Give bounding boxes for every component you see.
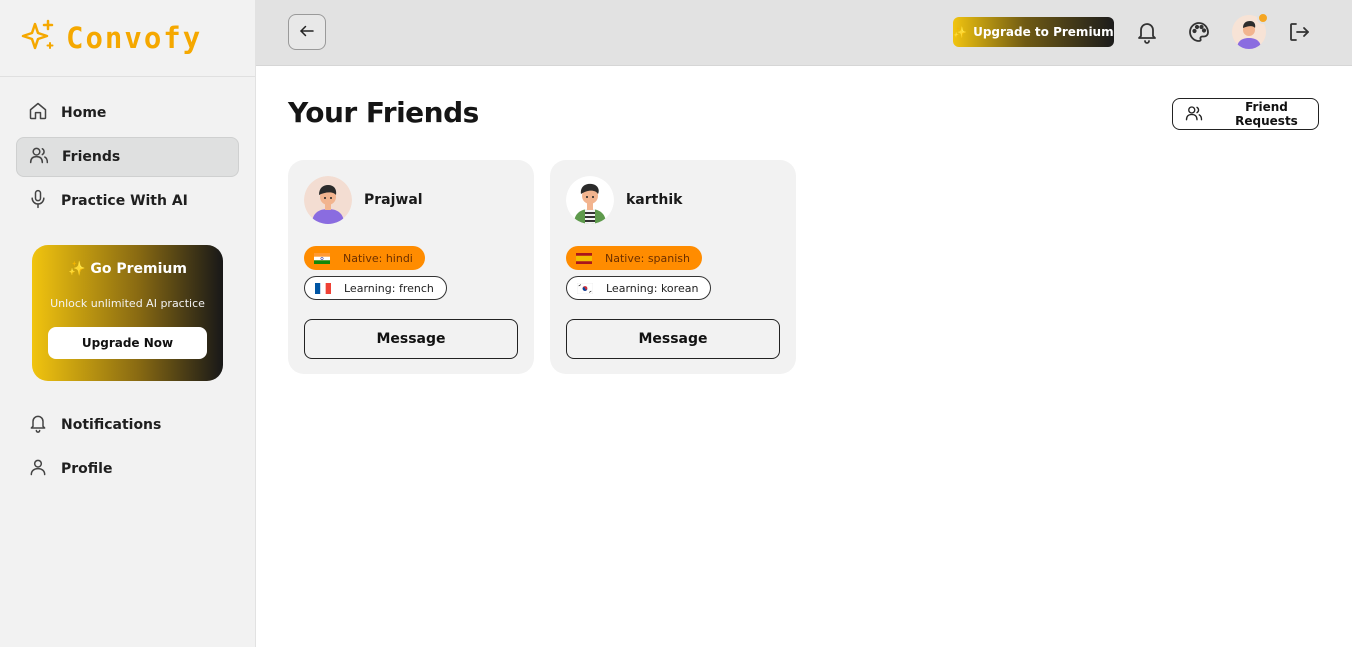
friend-requests-button[interactable]: Friend Requests: [1172, 98, 1319, 130]
sidebar-item-label: Home: [61, 105, 107, 121]
sparkle-logo-icon: [20, 18, 56, 58]
users-icon: [29, 145, 62, 169]
brand[interactable]: Convofy: [0, 0, 255, 77]
back-button[interactable]: [288, 14, 326, 50]
page-title: Your Friends: [288, 96, 479, 129]
upgrade-now-button[interactable]: Upgrade Now: [48, 327, 207, 359]
premium-subtitle: Unlock unlimited AI practice: [50, 297, 205, 310]
message-button[interactable]: Message: [566, 319, 780, 359]
learning-language-badge: Learning: korean: [566, 276, 712, 300]
friend-requests-label: Friend Requests: [1235, 100, 1298, 128]
palette-icon[interactable]: [1187, 20, 1211, 44]
korea-flag-icon: [577, 282, 593, 294]
friend-name: karthik: [626, 192, 683, 208]
sidebar-bottom-nav: Notifications Profile: [0, 405, 255, 489]
status-badge: [1257, 12, 1269, 24]
learning-language-label: Learning: french: [344, 281, 434, 295]
logout-icon[interactable]: [1287, 20, 1311, 44]
learning-language-label: Learning: korean: [606, 281, 699, 295]
sidebar-item-home[interactable]: Home: [16, 93, 239, 133]
friend-name: Prajwal: [364, 192, 423, 208]
top-header: ✨ Upgrade to Premium: [256, 0, 1352, 66]
premium-title: ✨ Go Premium: [68, 261, 187, 277]
sidebar: Convofy Home Friends Practice With AI ✨ …: [0, 0, 256, 647]
home-icon: [28, 101, 61, 125]
friend-card: Prajwal Native: hindi Learning: french M…: [288, 160, 534, 374]
sidebar-item-profile[interactable]: Profile: [16, 449, 239, 489]
native-language-label: Native: spanish: [605, 251, 691, 265]
sidebar-nav: Home Friends Practice With AI: [0, 77, 255, 221]
sidebar-item-label: Friends: [62, 149, 121, 165]
sidebar-item-label: Profile: [61, 461, 113, 477]
sparkle-icon: ✨: [953, 25, 968, 39]
native-language-badge: Native: hindi: [304, 246, 425, 270]
user-icon: [28, 457, 61, 481]
sidebar-item-notifications[interactable]: Notifications: [16, 405, 239, 445]
message-button[interactable]: Message: [304, 319, 518, 359]
notifications-bell-icon[interactable]: [1135, 20, 1159, 44]
mic-icon: [28, 189, 61, 213]
india-flag-icon: [314, 252, 330, 264]
users-icon: [1185, 104, 1215, 125]
premium-promo-card: ✨ Go Premium Unlock unlimited AI practic…: [32, 245, 223, 381]
native-language-label: Native: hindi: [343, 251, 413, 265]
sidebar-item-practice-ai[interactable]: Practice With AI: [16, 181, 239, 221]
user-avatar[interactable]: [1232, 12, 1269, 49]
main-content: Your Friends Friend Requests Prajwal Nat…: [256, 66, 1352, 647]
friend-avatar: [566, 176, 614, 224]
native-language-badge: Native: spanish: [566, 246, 703, 270]
arrow-left-icon: [298, 22, 316, 43]
spain-flag-icon: [576, 252, 592, 264]
learning-language-badge: Learning: french: [304, 276, 447, 300]
france-flag-icon: [315, 282, 331, 294]
sidebar-item-label: Practice With AI: [61, 193, 188, 209]
sidebar-item-friends[interactable]: Friends: [16, 137, 239, 177]
friend-card: karthik Native: spanish Learning: korean…: [550, 160, 796, 374]
friend-avatar: [304, 176, 352, 224]
sidebar-item-label: Notifications: [61, 417, 162, 433]
upgrade-to-premium-button[interactable]: ✨ Upgrade to Premium: [953, 17, 1114, 47]
bell-icon: [28, 413, 61, 437]
brand-name: Convofy: [66, 21, 203, 55]
upgrade-label: Upgrade to Premium: [973, 25, 1114, 39]
friends-grid: Prajwal Native: hindi Learning: french M…: [288, 160, 796, 374]
